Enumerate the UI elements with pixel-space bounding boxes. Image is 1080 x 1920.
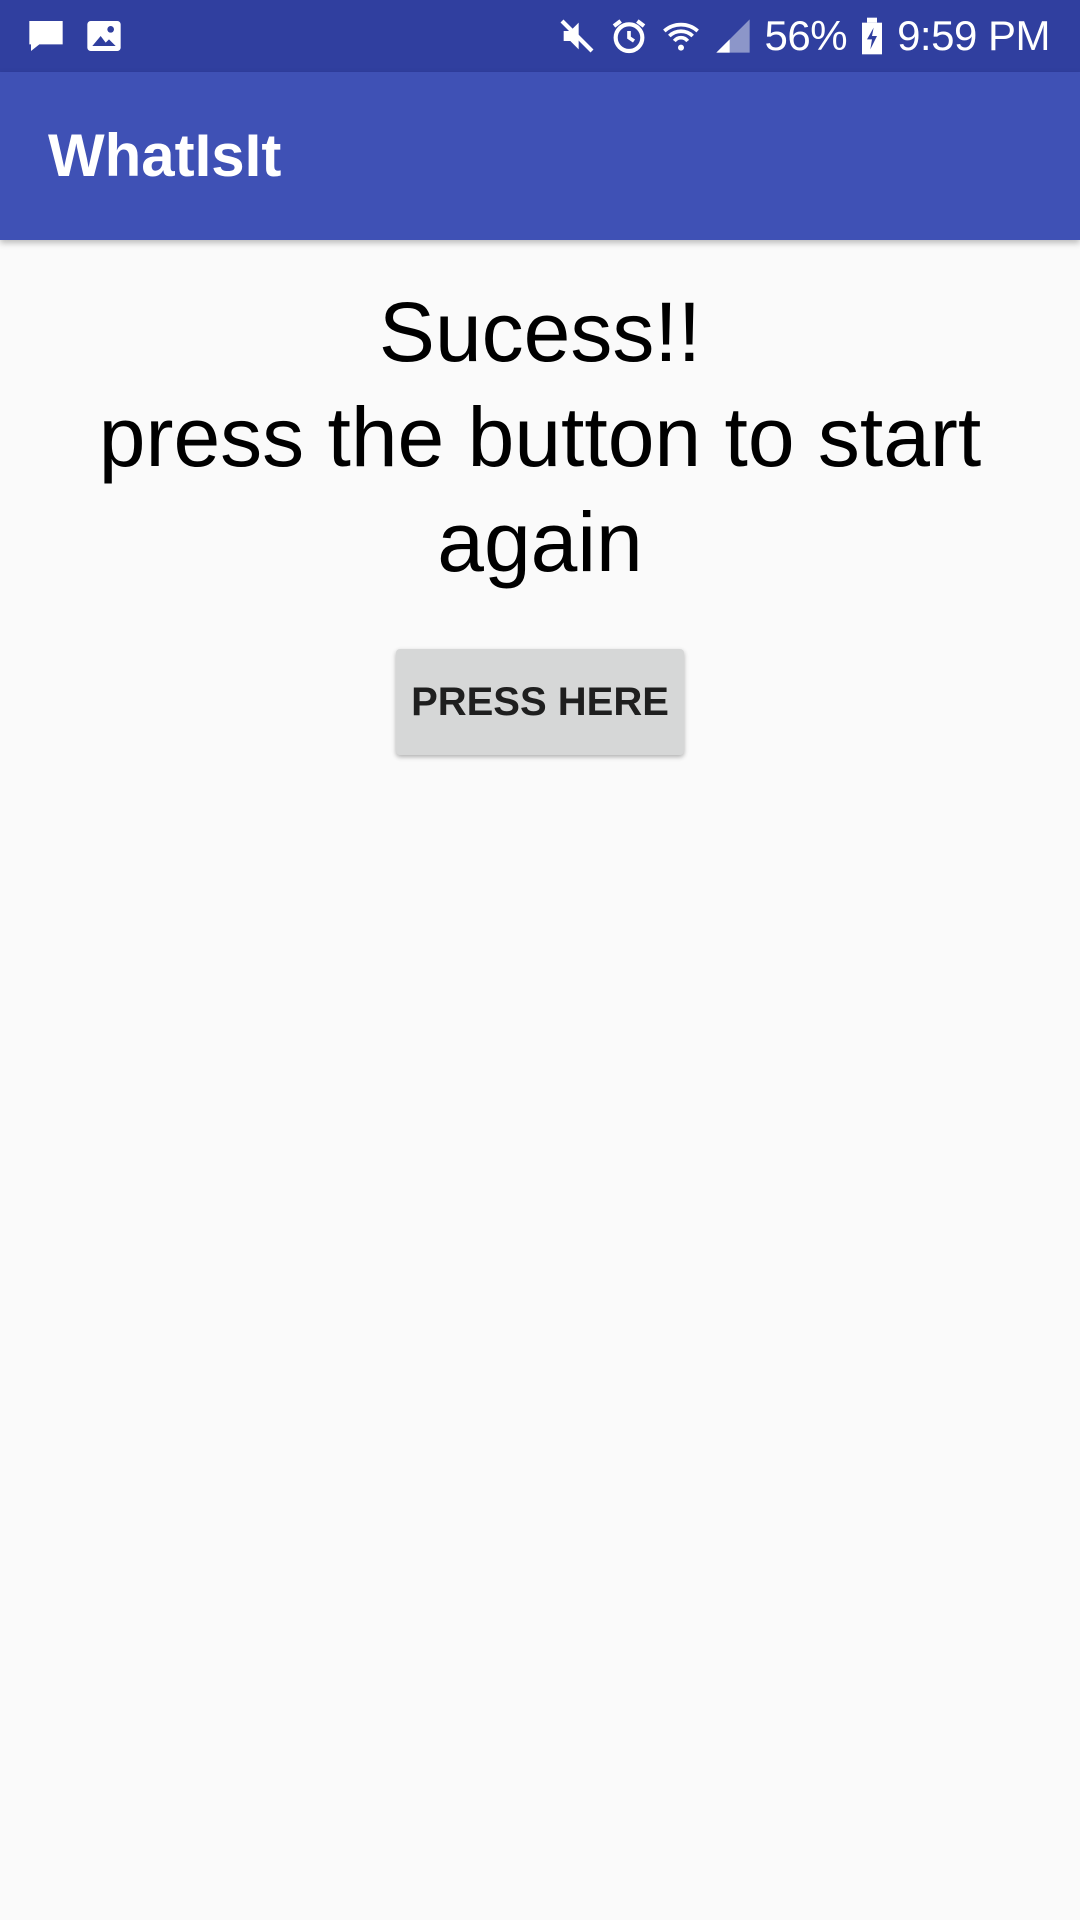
status-bar: 56% 9:59 PM [0,0,1080,72]
success-message: Sucess!! press the button to start again [20,280,1060,595]
message-line-3: again [437,495,643,589]
press-here-button[interactable]: PRESS HERE [396,649,684,755]
status-left-icons [26,16,124,56]
image-icon [84,16,124,56]
app-title: WhatIsIt [48,122,282,189]
main-content: Sucess!! press the button to start again… [0,240,1080,1920]
mute-icon [557,16,597,56]
message-icon [26,16,66,56]
status-right-icons: 56% 9:59 PM [557,12,1050,60]
battery-charging-icon [859,16,885,56]
alarm-icon [609,16,649,56]
message-line-1: Sucess!! [378,285,702,379]
signal-icon [713,16,753,56]
wifi-icon [661,16,701,56]
message-line-2: press the button to start [98,390,982,484]
app-bar: WhatIsIt [0,72,1080,240]
battery-percent: 56% [764,12,848,59]
clock: 9:59 PM [897,12,1050,59]
